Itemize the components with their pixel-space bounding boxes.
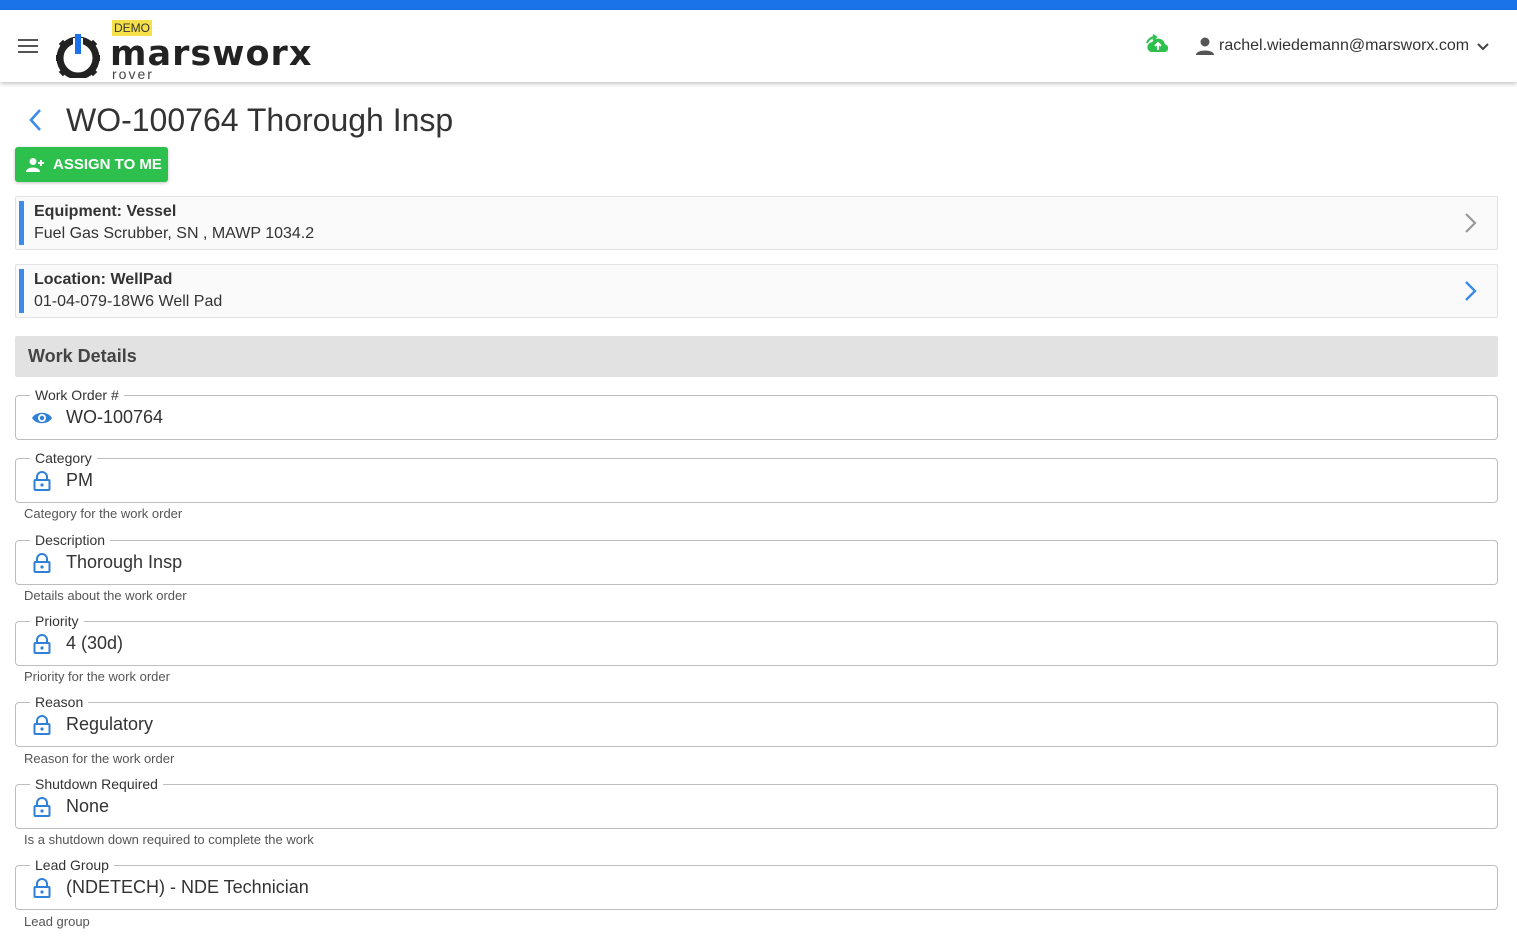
- field-label: Reason: [30, 693, 89, 711]
- shutdown-required-input[interactable]: [66, 796, 1446, 817]
- power-gear-icon: [56, 34, 100, 78]
- equipment-subtitle: Fuel Gas Scrubber, SN , MAWP 1034.2: [34, 225, 315, 242]
- person-icon: [1196, 37, 1214, 55]
- page-title: WO-100764 Thorough Insp: [66, 101, 454, 138]
- lock-icon: [33, 715, 51, 735]
- lead-group-hint: Lead group: [24, 914, 90, 929]
- lock-icon: [33, 553, 51, 573]
- field-label: Lead Group: [30, 856, 114, 874]
- assign-to-me-button[interactable]: ASSIGN TO ME: [15, 147, 168, 182]
- description-hint: Details about the work order: [24, 588, 187, 603]
- priority-hint: Priority for the work order: [24, 669, 170, 684]
- brand-subtitle: rover: [112, 66, 154, 82]
- equipment-card[interactable]: Equipment: Vessel Fuel Gas Scrubber, SN …: [15, 196, 1498, 250]
- user-menu[interactable]: rachel.wiedemann@marsworx.com: [1195, 34, 1491, 58]
- work-details-header: Work Details: [15, 336, 1498, 377]
- field-label: Description: [30, 531, 111, 549]
- field-label: Shutdown Required: [30, 775, 163, 793]
- work-order-input[interactable]: [66, 407, 1446, 428]
- reason-input[interactable]: [66, 714, 1446, 735]
- location-card[interactable]: Location: WellPad 01-04-079-18W6 Well Pa…: [15, 264, 1498, 318]
- chevron-right-icon: [1465, 213, 1477, 233]
- assign-to-me-label: ASSIGN TO ME: [53, 156, 162, 173]
- lock-icon: [33, 878, 51, 898]
- card-accent: [19, 201, 24, 245]
- location-title: Location: WellPad: [34, 271, 173, 288]
- lock-icon: [33, 471, 51, 491]
- reason-hint: Reason for the work order: [24, 751, 175, 766]
- field-label: Category: [30, 449, 97, 467]
- back-arrow-icon[interactable]: [22, 106, 50, 134]
- lead-group-input[interactable]: [66, 877, 1446, 898]
- lock-icon: [33, 797, 51, 817]
- eye-icon[interactable]: [32, 408, 52, 428]
- equipment-title: Equipment: Vessel: [34, 203, 177, 220]
- field-label: Priority: [30, 612, 84, 630]
- description-input[interactable]: [66, 552, 1446, 573]
- lock-icon: [33, 634, 51, 654]
- hamburger-menu-icon[interactable]: [16, 36, 40, 56]
- lead-group-field[interactable]: Lead Group: [15, 856, 1498, 910]
- priority-field[interactable]: Priority: [15, 612, 1498, 666]
- card-accent: [19, 269, 24, 313]
- top-accent-bar: [0, 0, 1517, 10]
- category-hint: Category for the work order: [24, 506, 183, 521]
- cloud-sync-icon[interactable]: [1145, 34, 1171, 58]
- category-input[interactable]: [66, 470, 1446, 491]
- work-order-field[interactable]: Work Order #: [15, 386, 1498, 440]
- reason-field[interactable]: Reason: [15, 693, 1498, 747]
- app-header: DEMO marsworx rover rachel.wiedemann@mar…: [0, 10, 1517, 82]
- field-label: Work Order #: [30, 386, 124, 404]
- user-email: rachel.wiedemann@marsworx.com: [1219, 37, 1470, 54]
- person-add-icon: [26, 157, 44, 172]
- chevron-right-icon: [1465, 281, 1477, 301]
- category-field[interactable]: Category: [15, 449, 1498, 503]
- priority-input[interactable]: [66, 633, 1446, 654]
- description-field[interactable]: Description: [15, 531, 1498, 585]
- chevron-down-icon: [1477, 43, 1489, 51]
- shutdown-required-field[interactable]: Shutdown Required: [15, 775, 1498, 829]
- brand-logo[interactable]: DEMO marsworx rover: [54, 20, 334, 82]
- location-subtitle: 01-04-079-18W6 Well Pad: [34, 293, 223, 310]
- title-row: WO-100764 Thorough Insp: [22, 100, 453, 140]
- shutdown-required-hint: Is a shutdown down required to complete …: [24, 832, 314, 847]
